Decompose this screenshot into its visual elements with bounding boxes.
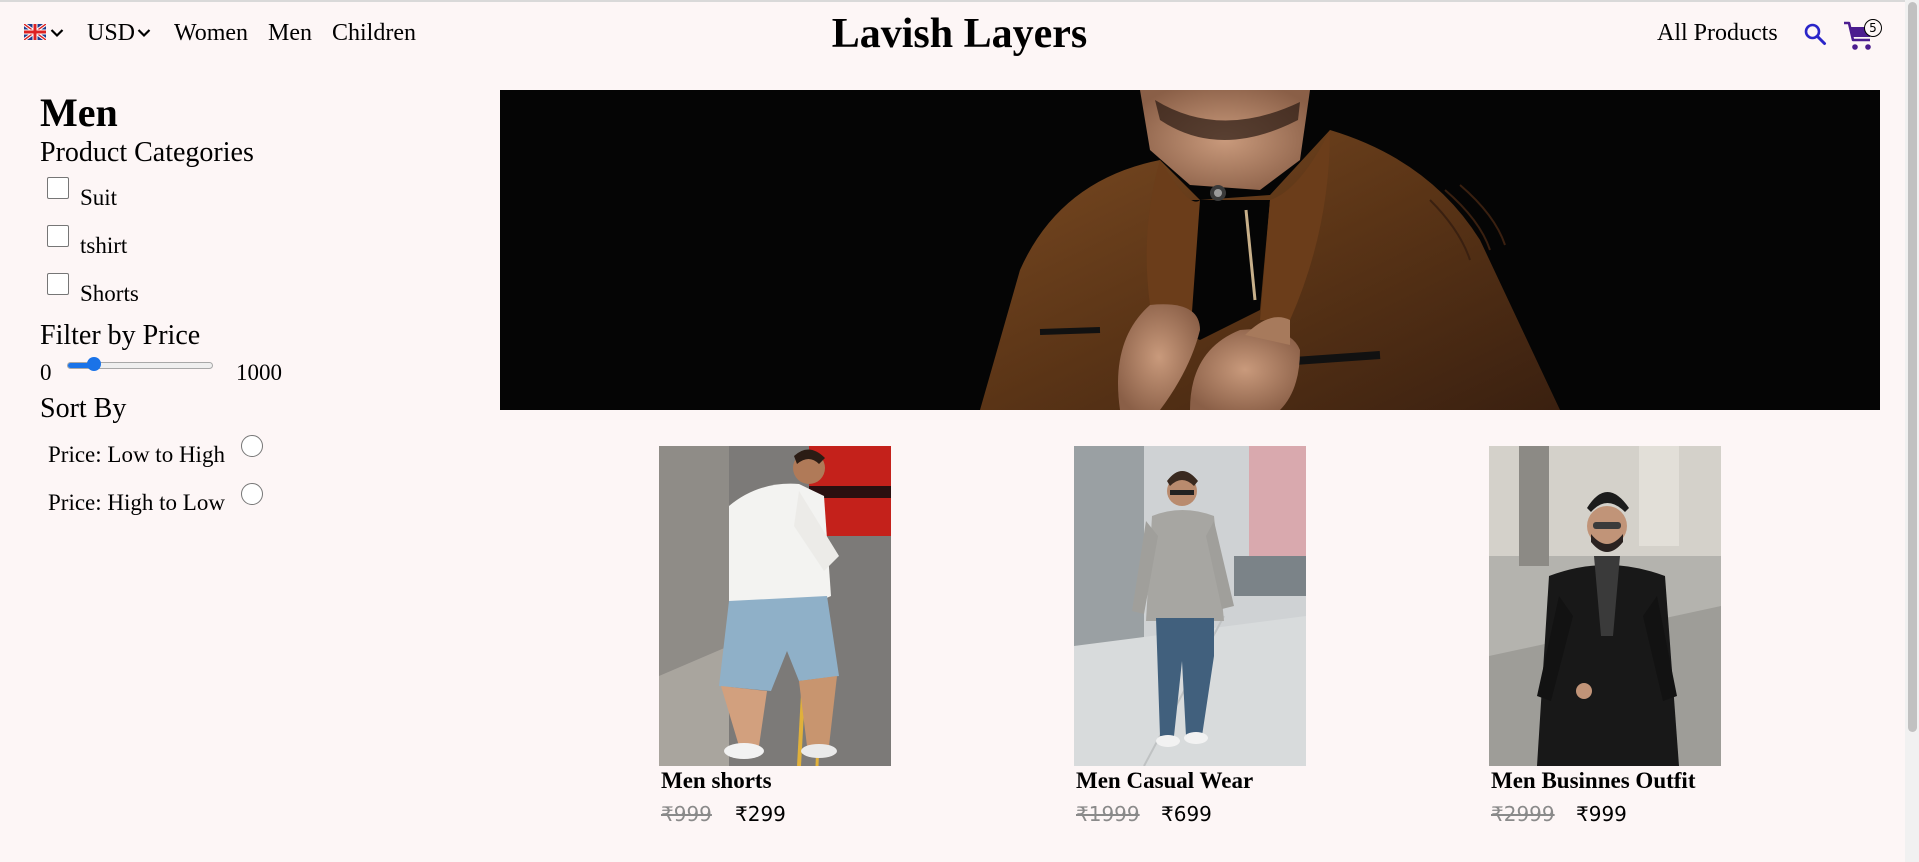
sort-heading: Sort By [40,393,127,424]
sort-label: Price: High to Low [48,490,225,515]
sort-radio[interactable] [241,483,263,505]
page-scrollbar[interactable] [1905,0,1919,862]
header: USD Women Men Children Lavish Layers All… [0,0,1919,68]
price-range-slider[interactable] [67,356,213,374]
product-image[interactable] [659,446,891,766]
chevron-down-icon[interactable] [50,28,64,38]
price-filter-heading: Filter by Price [40,320,201,351]
sort-label: Price: Low to High [48,442,225,467]
category-label: Suit [80,185,118,210]
product-image[interactable] [1489,446,1721,766]
chevron-down-icon[interactable] [137,28,151,38]
category-checkbox[interactable] [47,273,69,295]
product-old-price: ₹1999 [1076,802,1140,826]
categories-heading: Product Categories [40,137,254,168]
cart-count-badge: 5 [1864,19,1882,37]
product-price: ₹699 [1161,802,1212,826]
slider-thumb[interactable] [87,357,101,371]
currency-select[interactable]: USD [87,19,135,47]
price-min-label: 0 [40,360,52,385]
price-max-label: 1000 [236,360,282,385]
product-old-price: ₹2999 [1491,802,1555,826]
hero-banner [500,90,1880,410]
product-name[interactable]: Men Businnes Outfit [1491,768,1695,794]
banner-image [980,90,1560,410]
brand-title[interactable]: Lavish Layers [832,11,1088,57]
product-name[interactable]: Men Casual Wear [1076,768,1253,794]
product-image[interactable] [1074,446,1306,766]
category-checkbox[interactable] [47,225,69,247]
product-old-price: ₹999 [661,802,712,826]
page-title: Men [40,90,118,135]
category-label: Shorts [80,281,139,306]
search-icon[interactable] [1803,22,1827,46]
sort-radio[interactable] [241,435,263,457]
nav-children[interactable]: Children [332,19,416,47]
scrollbar-thumb[interactable] [1908,2,1917,732]
nav-women[interactable]: Women [174,19,248,47]
category-checkbox[interactable] [47,177,69,199]
nav-men[interactable]: Men [268,19,312,47]
nav-all-products[interactable]: All Products [1657,19,1778,47]
product-name[interactable]: Men shorts [661,768,772,794]
product-price: ₹299 [735,802,786,826]
uk-flag-icon[interactable] [24,24,46,40]
category-label: tshirt [80,233,128,258]
product-price: ₹999 [1576,802,1627,826]
